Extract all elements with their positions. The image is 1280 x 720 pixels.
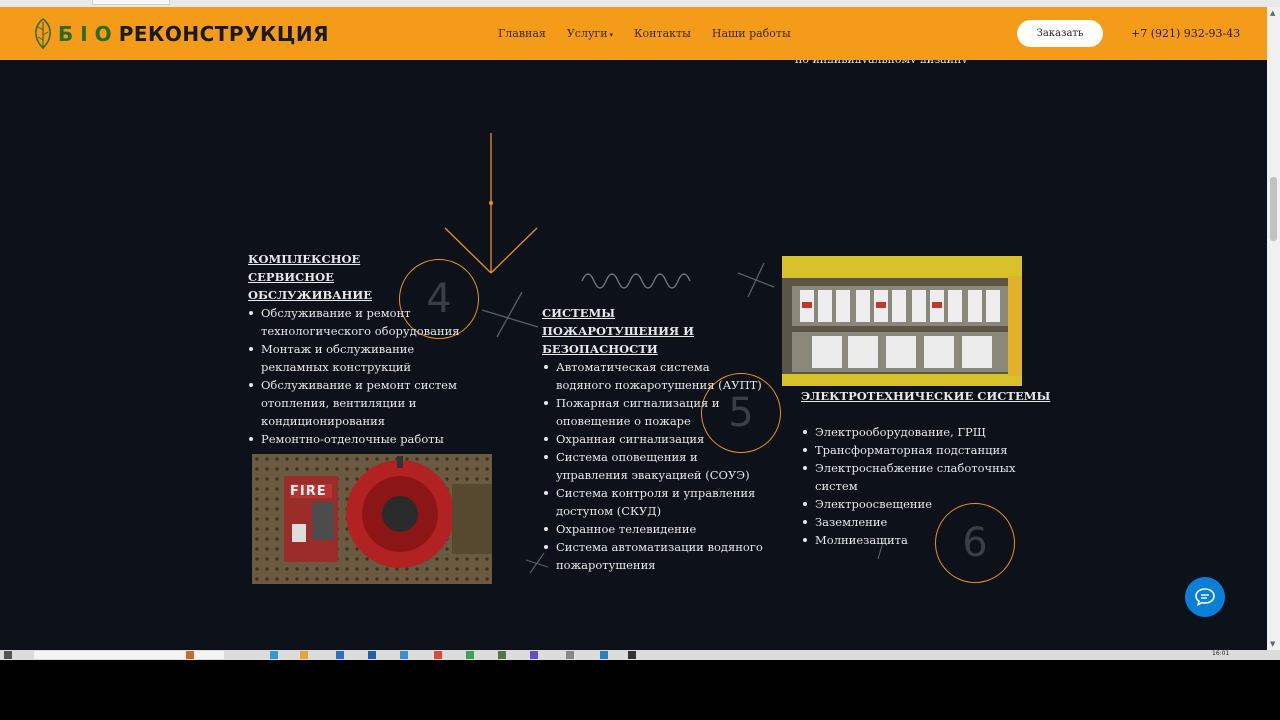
chat-bubble-icon [1195,588,1215,606]
nav-item-services[interactable]: Услуги ▾ [567,27,613,40]
list-item: Обслуживание и ремонт систем отопления, … [248,376,483,430]
browser-tab-strip [0,0,1280,7]
leaf-icon [35,18,51,50]
app-icon[interactable] [336,651,344,659]
logo[interactable]: БІО РЕКОНСТРУКЦИЯ [32,16,329,52]
order-button[interactable]: Заказать [1017,20,1103,47]
list-item: Электроснабжение слаботочных систем [802,459,1017,495]
phone-link[interactable]: +7 (921) 932-93-43 [1131,27,1240,40]
list-item: Ремонтно-отделочные работы [248,430,483,448]
site-header: БІО РЕКОНСТРУКЦИЯ Главная Услуги ▾ Контак… [0,7,1267,60]
app-icon[interactable] [434,651,442,659]
list-item: Электрооборудование, ГРЩ [802,423,1017,441]
nav-item-contacts[interactable]: Контакты [634,27,691,40]
list-item: Обслуживание и ремонт технологического о… [248,304,483,340]
scrollbar-thumb[interactable] [1270,177,1277,241]
chevron-down-icon: ▾ [609,31,614,39]
app-icon[interactable] [566,651,574,659]
app-icon[interactable] [186,651,194,659]
black-bar [0,660,1280,720]
logo-text: РЕКОНСТРУКЦИЯ [118,22,330,46]
app-icon[interactable] [600,651,608,659]
fire-safety-list: Автоматическая система водяного пожароту… [543,358,768,574]
scroll-up-arrow-icon[interactable]: ▲ [1270,9,1275,17]
list-item: Охранное телевидение [543,520,768,538]
list-item: Система оповещения и управления эвакуаци… [543,448,768,484]
electrical-panel-photo [782,256,1022,386]
app-icon[interactable] [270,651,278,659]
app-icon[interactable] [530,651,538,659]
step-number-6: 6 [935,503,1015,583]
section-title-fire-safety: СИСТЕМЫ ПОЖАРОТУШЕНИЯ И БЕЗОПАСНОСТИ [542,306,694,356]
app-icon[interactable] [498,651,506,659]
app-icon[interactable] [368,651,376,659]
nav-item-portfolio[interactable]: Наши работы [712,27,791,40]
taskbar-clock: 16:01 [1212,650,1230,657]
list-item: Система контроля и управления доступом (… [543,484,768,520]
logo-bio-text: БІО [58,22,119,46]
app-icon[interactable] [400,651,408,659]
list-item: Автоматическая система водяного пожароту… [543,358,768,394]
list-item: Трансформаторная подстанция [802,441,1017,459]
service-list: Обслуживание и ремонт технологического о… [248,304,483,448]
os-taskbar: 16:01 [0,650,1280,660]
browser-tab[interactable] [92,0,170,5]
list-item: Система автоматизации водяного пожаротуш… [543,538,768,574]
main-nav: Главная Услуги ▾ Контакты Наши работы [498,27,791,40]
start-icon[interactable] [4,651,12,659]
nav-item-home[interactable]: Главная [498,27,546,40]
page-content: по индивидуальному дизайну КОМПЛЕКСНОЕ С… [0,7,1267,650]
scroll-down-arrow-icon[interactable]: ▼ [1270,640,1275,648]
fire-alarm-photo: FIRE [252,454,492,584]
photo-fire-label: FIRE [290,484,327,499]
app-icon[interactable] [300,651,308,659]
app-icon[interactable] [466,651,474,659]
section-title-electrical: ЭЛЕКТРОТЕХНИЧЕСКИЕ СИСТЕМЫ [801,389,1051,403]
list-item: Монтаж и обслуживание рекламных конструк… [248,340,483,376]
page-scrollbar[interactable]: ▲ ▼ [1267,7,1280,650]
app-icon[interactable] [628,651,636,659]
nav-item-services-label: Услуги [566,27,608,40]
list-item: Охранная сигнализация [543,430,768,448]
list-item: Пожарная сигнализация и оповещение о пож… [543,394,768,430]
taskbar-search-box[interactable] [34,651,224,659]
chat-button[interactable] [1185,577,1225,617]
